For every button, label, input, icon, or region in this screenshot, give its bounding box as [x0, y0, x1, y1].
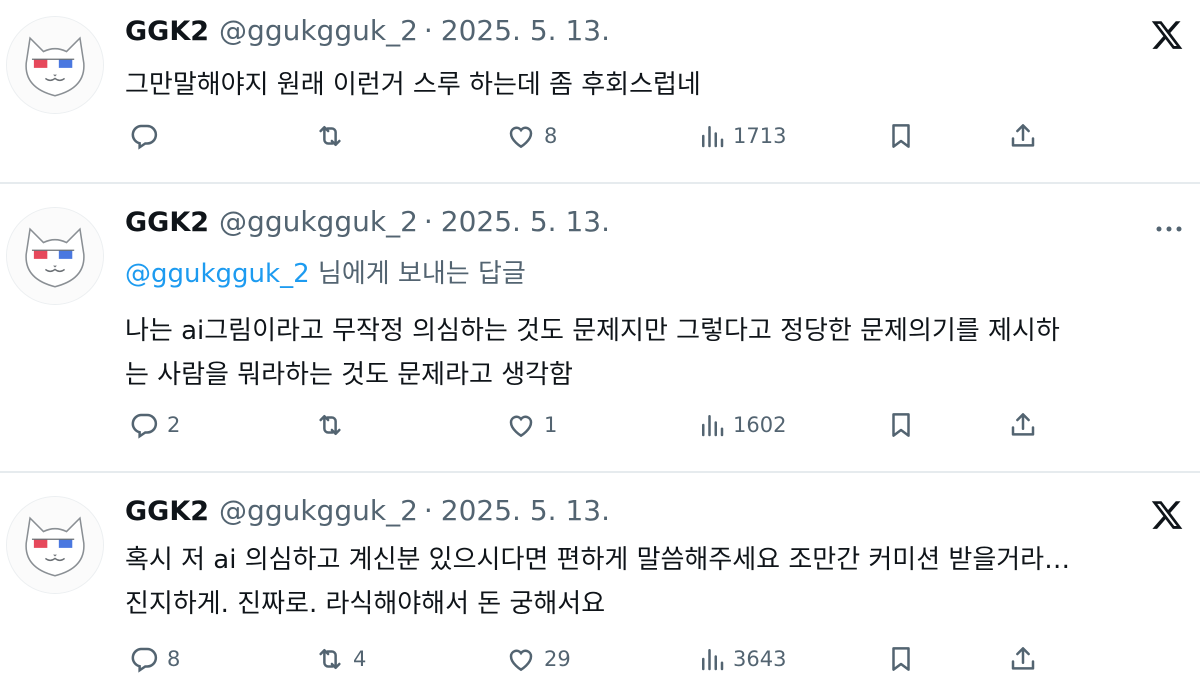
like-icon: [506, 121, 536, 151]
bookmark-button[interactable]: [886, 639, 916, 679]
share-button[interactable]: [1008, 639, 1038, 679]
views-icon: [697, 121, 727, 151]
display-name[interactable]: GGK2: [125, 16, 209, 47]
avatar[interactable]: [6, 16, 104, 114]
reply-icon: [129, 644, 159, 674]
tweet-2[interactable]: GGK2 @ggukgguk_2 · 2025. 5. 13. @ggukggu…: [0, 183, 1200, 472]
reply-context: @ggukgguk_2 님에게 보내는 답글: [125, 253, 526, 290]
retweet-icon: [315, 644, 345, 674]
tweet-header: GGK2 @ggukgguk_2 · 2025. 5. 13.: [125, 14, 610, 54]
user-handle[interactable]: @ggukgguk_2: [219, 14, 418, 47]
display-name[interactable]: GGK2: [125, 207, 209, 238]
views-count: 1602: [733, 413, 787, 437]
tweet-text-line: 그만말해야지 원래 이런거 스루 하는데 좀 후회스럽네: [125, 70, 701, 100]
share-icon: [1008, 121, 1038, 151]
tweet-text: 그만말해야지 원래 이런거 스루 하는데 좀 후회스럽네: [125, 64, 701, 101]
bookmark-icon: [886, 410, 916, 440]
tweet-date[interactable]: 2025. 5. 13.: [441, 14, 610, 47]
reply-button[interactable]: 8: [129, 639, 180, 679]
share-icon: [1008, 410, 1038, 440]
reply-button[interactable]: 2: [129, 405, 180, 445]
tweet-text-line: 혹시 저 ai 의심하고 계신분 있으시다면 편하게 말씀해주세요 조만간 커미…: [125, 545, 1071, 575]
tweet-text-line: 나는 ai그림이라고 무작정 의심하는 것도 문제지만 그렇다고 정당한 문제의…: [125, 316, 1060, 346]
tweet-text: 혹시 저 ai 의심하고 계신분 있으시다면 편하게 말씀해주세요 조만간 커미…: [125, 538, 1070, 626]
tweet-1[interactable]: GGK2 @ggukgguk_2 · 2025. 5. 13. 그만말해야지 원…: [0, 0, 1200, 183]
like-button[interactable]: 29: [506, 639, 571, 679]
views-button[interactable]: 3643: [697, 639, 786, 679]
like-button[interactable]: 8: [506, 116, 557, 156]
tweet-actions: 2 1 1602: [0, 405, 1200, 445]
tweet-actions: 8 4 29 3643: [0, 639, 1200, 679]
like-count: 8: [544, 124, 558, 148]
tweet-text: 나는 ai그림이라고 무작정 의심하는 것도 문제지만 그렇다고 정당한 문제의…: [125, 309, 1060, 397]
avatar[interactable]: [6, 496, 104, 594]
share-button[interactable]: [1008, 405, 1038, 445]
like-count: 1: [544, 413, 558, 437]
separator-dot: ·: [423, 205, 433, 238]
like-icon: [506, 410, 536, 440]
tweet-header: GGK2 @ggukgguk_2 · 2025. 5. 13.: [125, 494, 610, 534]
like-count: 29: [544, 647, 571, 671]
like-icon: [506, 644, 536, 674]
views-icon: [697, 410, 727, 440]
bookmark-icon: [886, 121, 916, 151]
tweet-text-line: 는 사람을 뭐라하는 것도 문제라고 생각함: [125, 360, 573, 390]
bookmark-button[interactable]: [886, 116, 916, 156]
bookmark-button[interactable]: [886, 405, 916, 445]
retweet-button[interactable]: 4: [315, 639, 366, 679]
reply-icon: [129, 410, 159, 440]
x-logo-icon[interactable]: [1150, 498, 1184, 536]
user-handle[interactable]: @ggukgguk_2: [219, 494, 418, 527]
like-button[interactable]: 1: [506, 405, 557, 445]
views-button[interactable]: 1713: [697, 116, 786, 156]
retweet-button[interactable]: [315, 405, 353, 445]
tweet-text-line: 진지하게. 진짜로. 라식해야해서 돈 궁해서요: [125, 589, 606, 619]
separator-dot: ·: [423, 14, 433, 47]
views-count: 1713: [733, 124, 787, 148]
separator-dot: ·: [423, 494, 433, 527]
more-icon[interactable]: [1154, 219, 1184, 238]
reply-mention-link[interactable]: @ggukgguk_2: [125, 259, 310, 289]
retweet-icon: [315, 410, 345, 440]
tweet-date[interactable]: 2025. 5. 13.: [441, 494, 610, 527]
display-name[interactable]: GGK2: [125, 496, 209, 527]
views-button[interactable]: 1602: [697, 405, 786, 445]
retweet-count: 4: [353, 647, 367, 671]
views-icon: [697, 644, 727, 674]
reply-count: 8: [167, 647, 181, 671]
reply-context-text: 님에게 보내는 답글: [309, 259, 526, 289]
retweet-button[interactable]: [315, 116, 353, 156]
avatar[interactable]: [6, 207, 104, 305]
views-count: 3643: [733, 647, 787, 671]
retweet-icon: [315, 121, 345, 151]
tweet-actions: 8 1713: [0, 116, 1200, 156]
reply-count: 2: [167, 413, 181, 437]
reply-button[interactable]: [129, 116, 167, 156]
share-button[interactable]: [1008, 116, 1038, 156]
reply-icon: [129, 121, 159, 151]
tweet-date[interactable]: 2025. 5. 13.: [441, 205, 610, 238]
share-icon: [1008, 644, 1038, 674]
tweet-3[interactable]: GGK2 @ggukgguk_2 · 2025. 5. 13. 혹시 저 ai …: [0, 472, 1200, 692]
x-logo-icon[interactable]: [1150, 18, 1184, 56]
user-handle[interactable]: @ggukgguk_2: [219, 205, 418, 238]
bookmark-icon: [886, 644, 916, 674]
tweet-header: GGK2 @ggukgguk_2 · 2025. 5. 13.: [125, 205, 610, 245]
